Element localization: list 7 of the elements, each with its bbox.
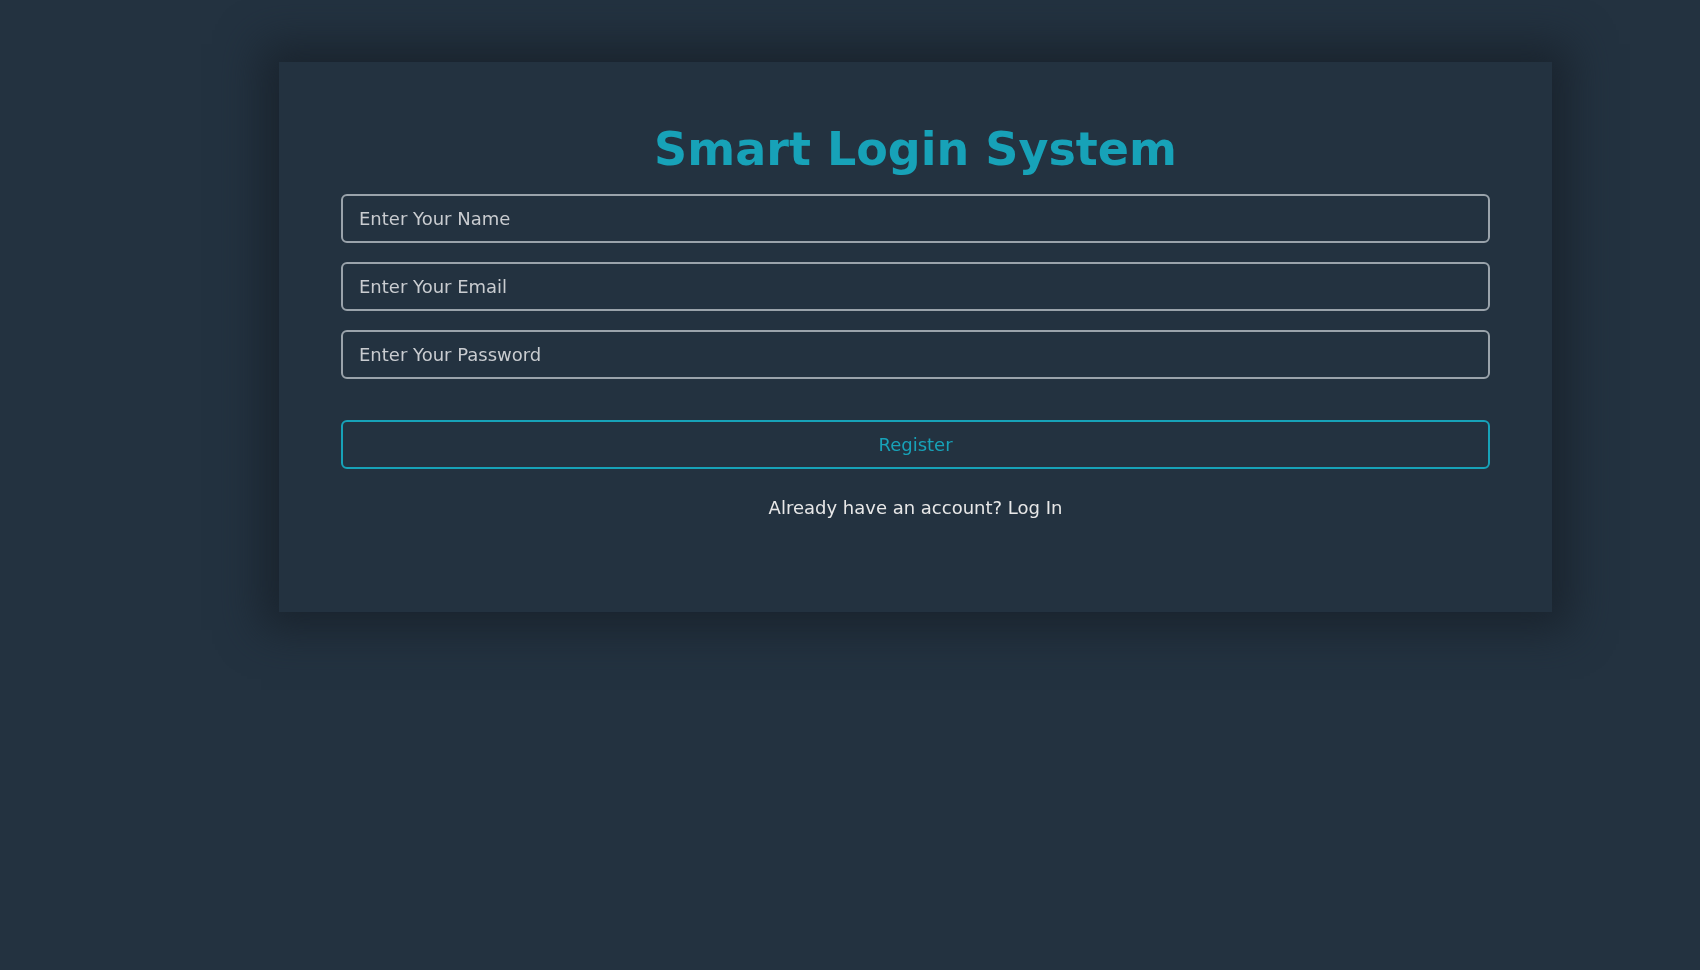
register-button[interactable]: Register xyxy=(341,420,1490,469)
input-field[interactable]: Enter Your Email xyxy=(341,262,1490,311)
input-field[interactable]: Enter Your Name xyxy=(341,194,1490,243)
login-link[interactable]: Log In xyxy=(1007,497,1063,518)
login-prompt: Already have an account? Log In xyxy=(767,497,1064,518)
page-title: Smart Login System xyxy=(653,122,1178,176)
input-field[interactable]: Enter Your Password xyxy=(341,330,1490,379)
